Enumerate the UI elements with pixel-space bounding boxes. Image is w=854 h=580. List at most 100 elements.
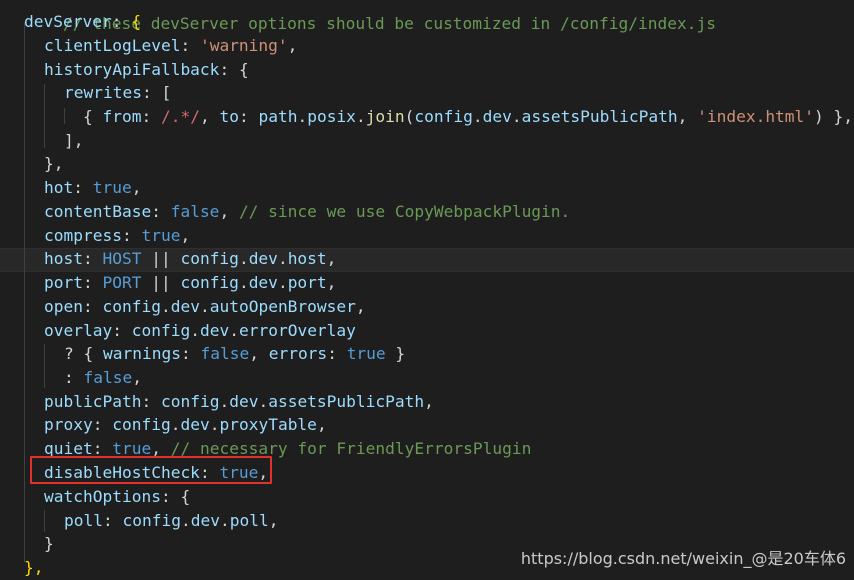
code-key: clientLogLevel (44, 36, 181, 55)
code-brace: } (44, 534, 54, 553)
code-key: overlay (44, 321, 113, 340)
code-punct: : (238, 107, 259, 126)
code-key: rewrites (64, 83, 142, 102)
code-identifier: proxyTable (219, 415, 317, 434)
code-boolean: false (170, 202, 220, 221)
code-identifier: config (131, 321, 191, 340)
code-punct: : (111, 12, 132, 31)
code-boolean: false (200, 344, 250, 363)
code-punct: , (316, 415, 327, 434)
code-punct: , (132, 368, 142, 387)
code-punct: : (219, 60, 239, 79)
code-line: open: config.dev.autoOpenBrowser, (44, 295, 366, 319)
code-key: compress (44, 226, 122, 245)
code-punct: : (82, 249, 103, 268)
code-punct: . (238, 273, 249, 292)
code-brace: { (83, 107, 103, 126)
code-constant: PORT (102, 273, 142, 292)
code-identifier: errorOverlay (238, 321, 356, 340)
code-punct: : (121, 226, 142, 245)
code-punct: , (180, 226, 191, 245)
code-identifier: dev (199, 321, 230, 340)
code-identifier: dev (190, 511, 220, 530)
code-identifier: dev (170, 297, 200, 316)
code-line: }, (24, 556, 44, 580)
indent-guide (44, 344, 45, 388)
code-punct: , (424, 392, 434, 411)
code-line: overlay: config.dev.errorOverlay (44, 319, 356, 343)
code-line: publicPath: config.dev.assetsPublicPath, (44, 390, 434, 414)
code-punct: : (82, 273, 103, 292)
code-punct: , (326, 273, 337, 292)
code-punct: : (327, 344, 347, 363)
code-comment: // these devServer options should be cus… (62, 13, 716, 33)
code-operator: : (64, 368, 84, 387)
code-key: devServer (24, 12, 112, 31)
code-punct: , (219, 202, 239, 221)
code-punct: . (511, 107, 522, 126)
code-punct: : (112, 321, 132, 340)
code-boolean: true (92, 178, 132, 197)
code-identifier: autoOpenBrowser (209, 297, 356, 316)
code-punct: . (219, 511, 230, 530)
code-line: { from: /.*/, to: path.posix.join(config… (83, 105, 853, 129)
code-identifier: port (287, 273, 327, 292)
indent-guide (64, 108, 65, 124)
code-editor[interactable]: // these devServer options should be cus… (0, 0, 854, 577)
code-line: hot: true, (44, 176, 141, 200)
code-key: proxy (44, 415, 93, 434)
code-punct: , (131, 178, 142, 197)
code-boolean: true (346, 344, 386, 363)
code-key: to (219, 107, 239, 126)
code-punct: . (209, 415, 220, 434)
code-punct: : (141, 392, 161, 411)
code-punct: . (472, 107, 483, 126)
code-brace: }, (24, 558, 44, 577)
code-brace: }, (44, 154, 64, 173)
code-identifier: posix (307, 107, 356, 126)
code-identifier: dev (180, 415, 210, 434)
code-punct: . (297, 107, 308, 126)
code-identifier: dev (248, 249, 278, 268)
code-punct: . (160, 297, 171, 316)
code-identifier: config (102, 297, 161, 316)
code-identifier: config (160, 392, 220, 411)
code-punct: : (151, 202, 171, 221)
code-brace: { (83, 344, 103, 363)
code-punct: : (102, 511, 123, 530)
code-punct: : (141, 107, 161, 126)
code-punct: , (199, 107, 220, 126)
code-boolean: false (83, 368, 133, 387)
annotation-highlight-box (30, 456, 272, 484)
code-line: compress: true, (44, 224, 190, 248)
code-punct: , (355, 297, 366, 316)
code-punct: ( (404, 107, 415, 126)
code-bracket: ], (64, 131, 84, 150)
code-function: join (365, 107, 405, 126)
code-key: from (102, 107, 142, 126)
code-brace: { (238, 60, 249, 79)
code-line: devServer: { (24, 10, 141, 34)
code-key: errors (268, 344, 328, 363)
code-identifier: dev (229, 392, 259, 411)
code-brace: { (131, 12, 141, 31)
code-brace: { (180, 487, 191, 506)
code-regex: /.*/ (160, 107, 200, 126)
code-punct: , (268, 511, 279, 530)
code-punct: . (229, 321, 239, 340)
code-string: 'index.html' (697, 107, 815, 126)
code-key: warnings (103, 344, 181, 363)
code-punct: . (355, 107, 366, 126)
code-key: host (44, 249, 83, 268)
code-punct: . (277, 273, 288, 292)
code-operator: ? (64, 344, 84, 363)
indent-guide (44, 84, 45, 148)
code-identifier: host (287, 249, 327, 268)
code-line: ? { warnings: false, errors: true } (64, 342, 405, 366)
code-identifier: config (414, 107, 473, 126)
code-punct: , (249, 344, 269, 363)
code-punct: . (190, 321, 200, 340)
code-boolean: true (141, 226, 181, 245)
code-punct: : (180, 344, 201, 363)
code-identifier: assetsPublicPath (268, 392, 425, 411)
